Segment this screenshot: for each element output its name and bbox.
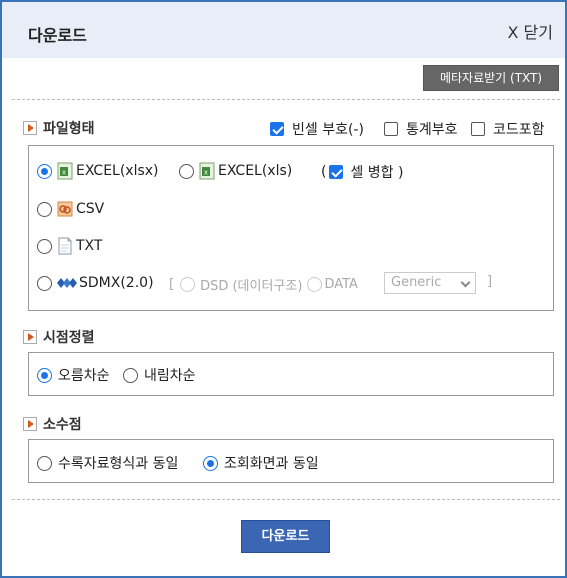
csv-icon xyxy=(57,201,73,217)
stat-symbol-option[interactable]: 통계부호 xyxy=(384,119,458,139)
sort-ascending-option[interactable]: 오름차순 xyxy=(37,365,110,385)
dialog-titlebar: 다운로드 X 닫기 xyxy=(2,2,565,58)
sdmx-icon xyxy=(57,278,77,288)
merge-cells-checkbox[interactable] xyxy=(329,165,344,179)
empty-cell-symbol-checkbox[interactable] xyxy=(270,122,284,136)
sort-descending-option[interactable]: 내림차순 xyxy=(123,365,196,385)
include-code-checkbox[interactable] xyxy=(471,122,485,136)
time-sort-heading: 시점정렬 xyxy=(23,327,95,347)
decimal-same-as-source-option[interactable]: 수록자료형식과 동일 xyxy=(37,453,178,473)
download-button[interactable]: 다운로드 xyxy=(241,520,330,553)
divider xyxy=(12,99,560,100)
decimal-same-as-source-radio[interactable] xyxy=(37,455,52,471)
sdmx-dsd-radio[interactable] xyxy=(180,277,196,292)
sort-descending-radio[interactable] xyxy=(123,367,138,383)
format-radio-xlsx[interactable] xyxy=(37,163,52,179)
section-arrow-icon xyxy=(23,417,37,431)
sdmx-sub-options: [ DSD (데이터구조) DATA xyxy=(169,277,358,294)
format-radio-xls[interactable] xyxy=(179,163,194,179)
sdmx-type-select[interactable]: Generic xyxy=(384,272,476,294)
download-dialog: 다운로드 X 닫기 메타자료받기 (TXT) 파일형태 빈셀 부호(-) 통계부… xyxy=(0,0,567,578)
stat-symbol-checkbox[interactable] xyxy=(384,122,398,136)
excel-icon: x xyxy=(57,162,73,180)
format-radio-sdmx[interactable] xyxy=(37,275,52,291)
txt-icon xyxy=(58,237,72,255)
format-option-xls[interactable]: x EXCEL(xls) xyxy=(179,162,292,180)
svg-text:x: x xyxy=(204,169,208,177)
format-radio-txt[interactable] xyxy=(37,238,52,254)
file-format-box: x EXCEL(xlsx) x EXCEL(xls) ( 셀 병합 ) CSV … xyxy=(28,145,554,311)
format-option-csv[interactable]: CSV xyxy=(37,200,104,218)
decimal-same-as-view-radio[interactable] xyxy=(203,455,218,471)
include-code-option[interactable]: 코드포함 xyxy=(471,119,545,139)
format-option-sdmx[interactable]: SDMX(2.0) xyxy=(37,275,154,291)
format-option-xlsx[interactable]: x EXCEL(xlsx) xyxy=(37,162,159,180)
section-arrow-icon xyxy=(23,330,37,344)
file-format-heading: 파일형태 xyxy=(23,118,95,138)
sdmx-data-radio[interactable] xyxy=(307,277,323,292)
divider xyxy=(12,499,560,500)
chevron-down-icon xyxy=(460,277,471,288)
format-option-txt[interactable]: TXT xyxy=(37,237,102,255)
dialog-title: 다운로드 xyxy=(28,26,87,45)
metadata-download-button[interactable]: 메타자료받기 (TXT) xyxy=(423,65,559,91)
time-sort-box: 오름차순 내림차순 xyxy=(28,352,554,396)
decimal-heading: 소수점 xyxy=(23,414,82,434)
section-arrow-icon xyxy=(23,121,37,135)
sort-ascending-radio[interactable] xyxy=(37,367,52,383)
close-button[interactable]: X 닫기 xyxy=(508,19,554,43)
decimal-same-as-view-option[interactable]: 조회화면과 동일 xyxy=(203,453,319,473)
merge-cells-option[interactable]: ( 셀 병합 ) xyxy=(321,162,403,182)
decimal-box: 수록자료형식과 동일 조회화면과 동일 xyxy=(28,439,554,483)
excel-icon: x xyxy=(199,162,215,180)
svg-text:x: x xyxy=(62,169,66,177)
empty-cell-symbol-option[interactable]: 빈셀 부호(-) xyxy=(270,119,364,139)
format-radio-csv[interactable] xyxy=(37,201,52,217)
